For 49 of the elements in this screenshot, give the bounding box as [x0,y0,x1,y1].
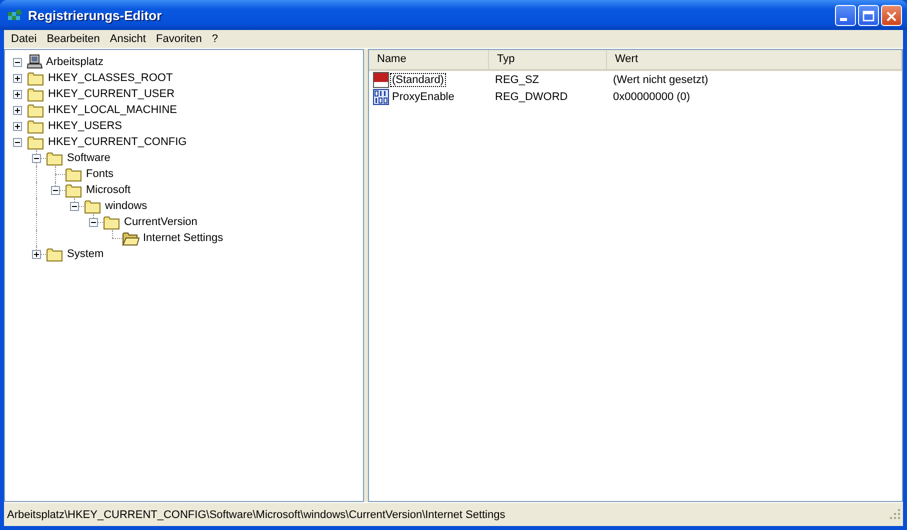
expand-icon[interactable] [13,122,22,131]
tree-item[interactable]: Fonts [86,168,114,180]
menu-item[interactable]: Datei [6,33,42,45]
collapse-icon[interactable] [51,186,60,195]
column-header[interactable]: Name [369,50,489,69]
tree-item[interactable]: Internet Settings [143,232,224,244]
minimize-button[interactable] [835,4,856,26]
tree-item[interactable]: System [67,248,104,260]
tree-item[interactable]: HKEY_LOCAL_MACHINE [48,104,177,116]
registry-app-icon [7,7,23,23]
column-header[interactable]: Wert [607,50,902,69]
expand-icon[interactable] [13,90,22,99]
string-value-icon [373,72,389,88]
tree-item[interactable]: windows [105,200,148,212]
resize-grip-icon [890,509,901,520]
expand-icon[interactable] [13,74,22,83]
value-type: REG_SZ [494,74,540,86]
menu-item[interactable]: Favoriten [150,33,207,45]
collapse-icon[interactable] [13,138,22,147]
expand-icon[interactable] [13,106,22,115]
menu-item[interactable]: Bearbeiten [42,33,105,45]
binary-value-icon [373,88,389,104]
value-name[interactable]: ProxyEnable [390,90,456,104]
tree-item[interactable]: Software [67,152,110,164]
minimize-icon [840,18,847,20]
value-data: (Wert nicht gesetzt) [612,74,708,86]
menu-item[interactable]: ? [206,33,223,45]
value-name[interactable]: (Standard) [390,72,446,86]
maximize-button[interactable] [858,4,879,26]
close-button[interactable] [881,4,902,26]
tree-item[interactable]: HKEY_USERS [48,120,122,132]
tree-item[interactable]: Microsoft [86,184,131,196]
status-path: Arbeitsplatz\HKEY_CURRENT_CONFIG\Software\Microsoft\windows\CurrentVersion\Internet Settings [7,508,506,520]
window-title: Registrierungs-Editor [28,8,163,22]
tree-item[interactable]: HKEY_CURRENT_USER [48,88,175,100]
value-type: REG_DWORD [494,90,569,102]
collapse-icon[interactable] [70,202,79,211]
value-data: 0x00000000 (0) [612,90,690,102]
collapse-icon[interactable] [13,58,22,67]
collapse-icon[interactable] [32,154,41,163]
computer-icon [27,54,43,70]
expand-icon[interactable] [32,250,41,259]
tree-item[interactable]: HKEY_CURRENT_CONFIG [48,136,187,148]
collapse-icon[interactable] [89,218,98,227]
menu-item[interactable]: Ansicht [104,33,151,45]
tree-item[interactable]: Arbeitsplatz [46,56,104,68]
tree-item[interactable]: CurrentVersion [124,216,198,228]
tree-item[interactable]: HKEY_CLASSES_ROOT [48,72,173,84]
column-header[interactable]: Typ [489,50,607,69]
